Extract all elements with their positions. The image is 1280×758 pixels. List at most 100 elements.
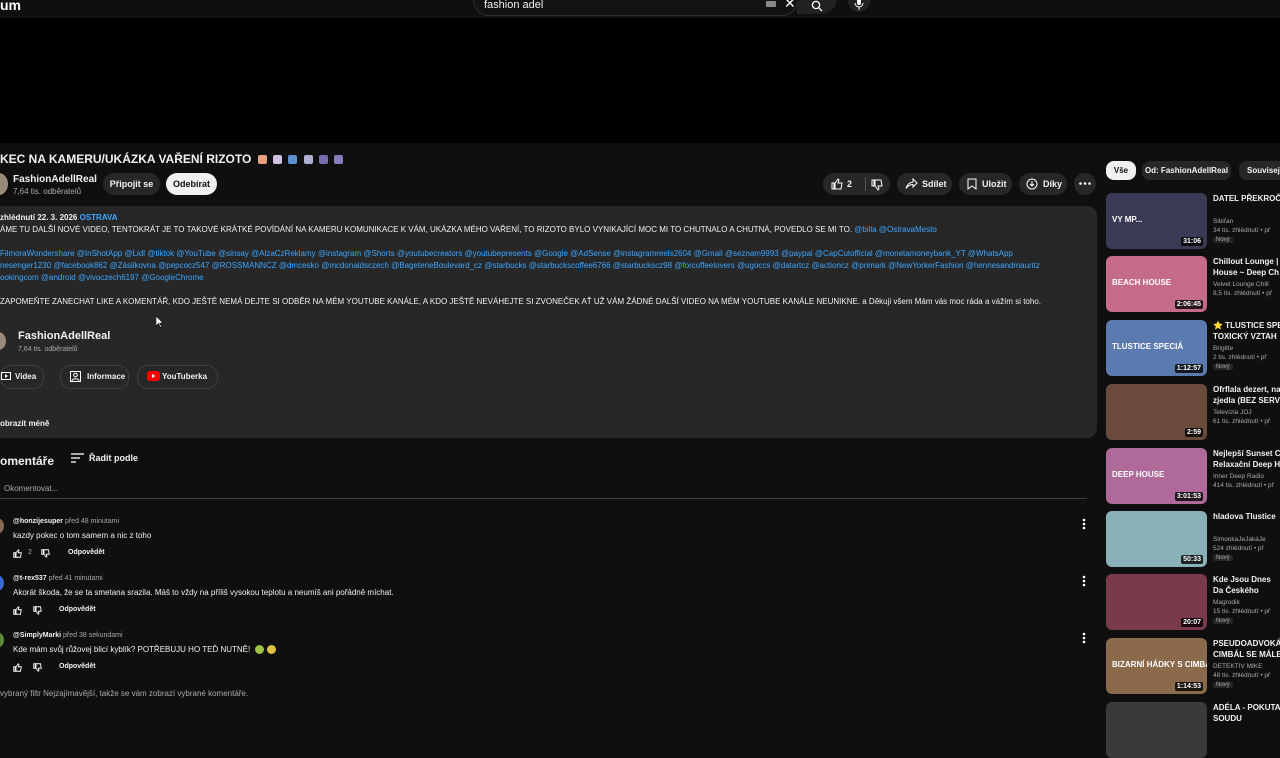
chip-from-channel[interactable]: Od: FashionAdellReal (1142, 161, 1231, 180)
share-button[interactable]: Sdílet (897, 173, 952, 195)
related-video-item[interactable]: VY MP... 31:06 DATEL PŘEKROČ Sibiřan 34 tis.… (1106, 193, 1280, 249)
mention-links[interactable]: @billa @OstravaMesto (854, 225, 937, 234)
description-channel-name[interactable]: FashionAdellReal (18, 330, 110, 342)
video-thumbnail[interactable] (1106, 702, 1207, 758)
voice-search-button[interactable] (848, 0, 870, 12)
thumbs-down-icon[interactable] (871, 179, 883, 191)
related-video-item[interactable]: ADÉLA - POKUTA SOUDU (1106, 702, 1280, 758)
comment-time[interactable]: před 41 minutami (49, 575, 103, 582)
new-badge: Nový (1213, 555, 1233, 561)
show-less-link[interactable]: obrazit méně (0, 419, 49, 428)
related-video-item[interactable]: 20:07 Kde Jsou Dnes Da Českého InternetuM… (1106, 574, 1280, 630)
join-button[interactable]: Připojit se (103, 173, 160, 195)
thumbs-down-icon[interactable] (41, 549, 50, 558)
related-video-channel[interactable]: SimonkaJeJakáJe (1213, 536, 1266, 543)
comment-author[interactable]: @honzijesuper (13, 518, 63, 525)
comment-text: Kde mám svůj růžovej blicí kyblík? POTŘE… (13, 645, 277, 655)
related-video-item[interactable]: 50:33 hladova Tlustice SimonkaJeJakáJe 524 … (1106, 511, 1280, 567)
related-video-channel[interactable]: Brigitte (1213, 345, 1233, 352)
reply-button[interactable]: Odpovědět (68, 549, 105, 556)
subscribe-button[interactable]: Odebírat (166, 173, 217, 195)
comment-time[interactable]: před 38 sekundami (63, 632, 123, 639)
video-thumbnail[interactable]: DEEP HOUSE 3:01:53 (1106, 448, 1207, 504)
related-video-item[interactable]: DEEP HOUSE 3:01:53 Nejlepší Sunset C Relax… (1106, 448, 1280, 504)
related-video-item[interactable]: BEACH HOUSE 2:06:45 Chillout Lounge | Hous… (1106, 256, 1280, 312)
comment-menu-icon[interactable] (1082, 575, 1086, 587)
comment-author[interactable]: @SimplyMarki (13, 632, 61, 639)
commenter-avatar[interactable] (0, 518, 4, 534)
video-thumbnail[interactable]: VY MP... 31:06 (1106, 193, 1207, 249)
new-badge: Nový (1213, 237, 1233, 243)
related-video-channel[interactable]: Velvet Lounge Chill (1213, 281, 1269, 288)
thumbs-up-icon[interactable] (831, 178, 843, 190)
related-video-item[interactable]: TLUSTICE SPECIÁ 1:12:57 ⭐ TLUSTICE SPE TOX… (1106, 320, 1280, 376)
related-video-title[interactable]: ADÉLA - POKUTA SOUDU (1213, 702, 1280, 726)
video-thumbnail[interactable]: 20:07 (1106, 574, 1207, 630)
channel-info-button[interactable]: Informace (60, 365, 129, 389)
tags-line[interactable]: ookingcom @android @vivoczech6197 @Googl… (0, 273, 204, 282)
description-panel[interactable]: zhlédnutí 22. 3. 2026 OSTRAVA ÁME TU DAL… (0, 206, 1097, 438)
save-button[interactable]: Uložit (959, 173, 1012, 195)
related-video-title[interactable]: PSEUDOADVOKÁ CIMBÁL SE MÁLE (1213, 638, 1280, 662)
commenter-avatar[interactable] (0, 632, 4, 648)
thumbs-down-icon[interactable] (33, 606, 42, 615)
thumbs-up-icon[interactable] (13, 663, 22, 672)
more-actions-button[interactable] (1074, 173, 1096, 195)
thumbs-up-icon[interactable] (13, 606, 22, 615)
video-player[interactable] (0, 18, 1280, 143)
thumbs-up-icon[interactable] (13, 549, 22, 558)
related-video-channel[interactable]: Magrodik (1213, 599, 1240, 606)
thumbnail-caption: VY MP... (1112, 215, 1143, 224)
keyboard-icon[interactable] (766, 1, 776, 7)
comment-menu-icon[interactable] (1082, 632, 1086, 644)
youtube-logo[interactable]: um (0, 0, 21, 13)
search-box[interactable]: fashion adel ✕ (473, 0, 798, 16)
clear-search-icon[interactable]: ✕ (784, 0, 796, 12)
emoji-icon (303, 155, 313, 165)
tags-line[interactable]: nesenger1230 @facebook862 @Zásilkovna @p… (0, 261, 1040, 270)
chip-all[interactable]: Vše (1106, 161, 1136, 180)
youtuberka-button[interactable]: YouTuberka (137, 365, 218, 389)
reply-button[interactable]: Odpovědět (59, 663, 96, 670)
related-video-channel[interactable]: DETEKTIV MIKE (1213, 663, 1262, 670)
video-thumbnail[interactable]: 50:33 (1106, 511, 1207, 567)
comment-menu-icon[interactable] (1082, 518, 1086, 530)
related-video-title[interactable]: Ofrflala dezert, na zjedla (BEZ SERV (1213, 384, 1280, 408)
related-video-channel[interactable]: Televízia JOJ (1213, 409, 1252, 416)
video-thumbnail[interactable]: TLUSTICE SPECIÁ 1:12:57 (1106, 320, 1207, 376)
related-video-item[interactable]: 2:59 Ofrflala dezert, na zjedla (BEZ SERV… (1106, 384, 1280, 440)
emoji-icon (257, 155, 267, 165)
add-comment-input[interactable]: Okomentovat... (4, 484, 58, 493)
thumbs-down-icon[interactable] (33, 663, 42, 672)
tags-line[interactable]: FilmoraWondershare @InShotApp @Lidl @tik… (0, 249, 1013, 258)
comment-author[interactable]: @t-rex537 (13, 575, 47, 582)
channel-name[interactable]: FashionAdellReal (13, 174, 97, 185)
related-video-title[interactable]: Chillout Lounge | House ~ Deep Ch (1213, 256, 1280, 280)
like-count[interactable]: 2 (847, 173, 852, 195)
video-duration: 2:06:45 (1174, 300, 1203, 309)
related-video-item[interactable]: BIZARNÍ HÁDKY S CIMBÁLEM 1:14:53 PSEUDOADV… (1106, 638, 1280, 694)
related-video-title[interactable]: DATEL PŘEKROČ (1213, 193, 1280, 217)
chip-related[interactable]: Souvisej (1239, 161, 1280, 180)
related-video-title[interactable]: hladova Tlustice (1213, 511, 1280, 535)
search-button[interactable] (797, 0, 837, 14)
video-thumbnail[interactable]: 2:59 (1106, 384, 1207, 440)
channel-subscriber-count: 7,64 tis. odběratelů (13, 187, 82, 196)
video-thumbnail[interactable]: BEACH HOUSE 2:06:45 (1106, 256, 1207, 312)
bookmark-icon (967, 178, 977, 190)
related-video-channel[interactable]: Sibiřan (1213, 218, 1233, 225)
channel-avatar[interactable] (0, 173, 8, 195)
video-thumbnail[interactable]: BIZARNÍ HÁDKY S CIMBÁLEM 1:14:53 (1106, 638, 1207, 694)
channel-avatar[interactable] (0, 332, 6, 350)
commenter-avatar[interactable] (0, 575, 4, 591)
channel-videos-button[interactable]: Videa (0, 365, 44, 389)
related-video-title[interactable]: Nejlepší Sunset C Relaxační Deep H (1213, 448, 1280, 472)
search-input[interactable]: fashion adel (484, 0, 543, 11)
location-link[interactable]: OSTRAVA (80, 213, 118, 222)
related-video-channel[interactable]: Inner Deep Radio (1213, 473, 1264, 480)
related-video-title[interactable]: ⭐ TLUSTICE SPE TOXICKÝ VZTAH (1213, 320, 1280, 344)
thanks-button[interactable]: Díky (1019, 173, 1067, 195)
related-video-title[interactable]: Kde Jsou Dnes Da Českého Internetu (1213, 574, 1280, 598)
comment-time[interactable]: před 48 minutami (65, 518, 119, 525)
reply-button[interactable]: Odpovědět (59, 606, 96, 613)
